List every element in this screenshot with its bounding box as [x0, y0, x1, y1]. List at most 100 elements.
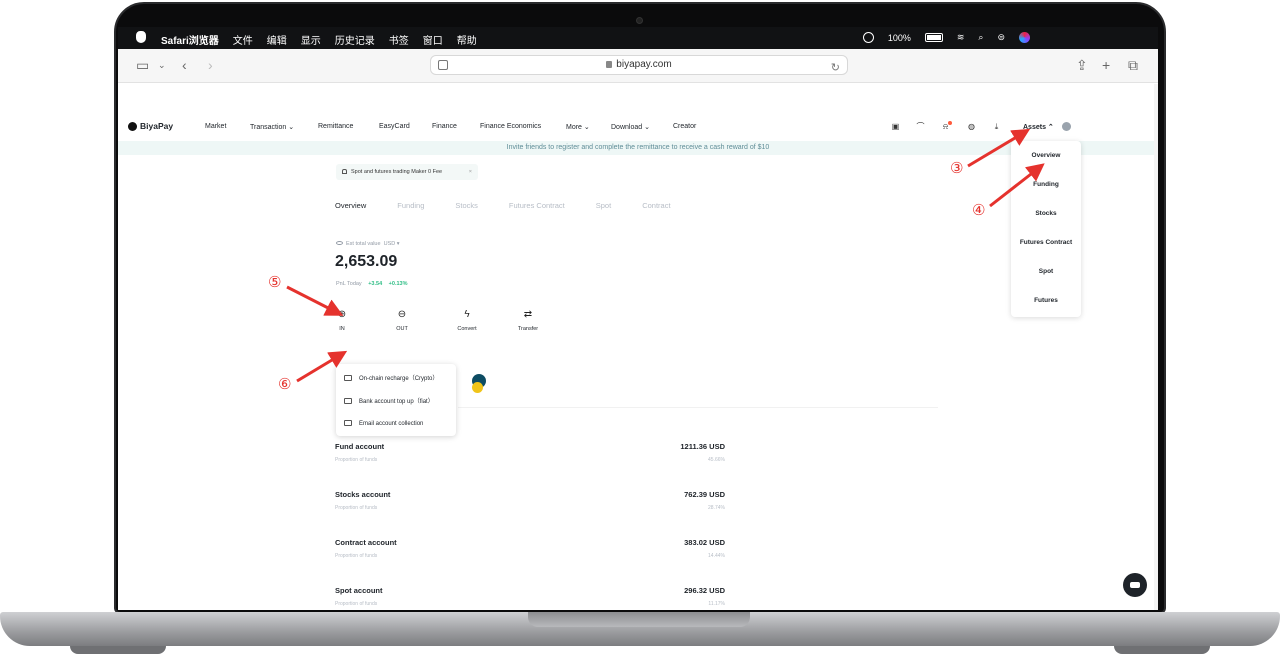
menu-help[interactable]: 帮助 [457, 32, 477, 47]
nav-assets[interactable]: Assets ⌃ [1023, 123, 1054, 131]
pnl-today: PnL Today +3.54 +0.13% [336, 281, 407, 287]
menu-edit[interactable]: 编辑 [267, 32, 287, 47]
menu-item-email-collection[interactable]: Email account collection [344, 420, 423, 427]
nav-finance[interactable]: Finance [432, 123, 457, 130]
forward-icon[interactable]: › [208, 57, 213, 73]
laptop-notch [528, 612, 750, 627]
promo-notice[interactable]: Spot and futures trading Maker 0 Fee × [336, 164, 478, 180]
safari-toolbar: ▭ ⌄ ‹ › biyapay.com ↻ ⇪ + ⧉ [118, 49, 1158, 83]
user-icon[interactable] [862, 32, 874, 43]
account-sub: Proportion of funds [335, 505, 378, 511]
assets-menu-overview[interactable]: Overview [1011, 152, 1081, 159]
tab-funding[interactable]: Funding [397, 201, 424, 210]
account-name[interactable]: Contract account [335, 538, 397, 547]
total-value: 2,653.09 [335, 253, 398, 270]
menu-view[interactable]: 显示 [301, 32, 321, 47]
account-sub: Proportion of funds [335, 457, 378, 463]
notice-bell-icon [342, 169, 347, 174]
menu-bookmarks[interactable]: 书签 [389, 32, 409, 47]
assets-menu-spot[interactable]: Spot [1011, 268, 1081, 275]
account-name[interactable]: Spot account [335, 586, 383, 595]
headset-icon[interactable]: ⌒ [916, 122, 925, 131]
wallet-icon[interactable]: ▣ [891, 122, 900, 131]
assets-menu-funding[interactable]: Funding [1011, 181, 1081, 188]
tab-stocks[interactable]: Stocks [455, 201, 478, 210]
nav-more[interactable]: More ⌄ [566, 123, 590, 131]
sidebar-icon[interactable]: ▭ [136, 57, 149, 73]
currency-select[interactable]: USD [384, 241, 396, 247]
nav-market[interactable]: Market [205, 123, 226, 130]
back-icon[interactable]: ‹ [182, 57, 187, 73]
account-name[interactable]: Stocks account [335, 490, 390, 499]
pnl-abs: +3.54 [368, 281, 383, 287]
nav-finance-economics[interactable]: Finance Economics [480, 123, 541, 130]
battery-icon[interactable] [924, 33, 943, 42]
withdraw-icon: ⊖ [397, 309, 407, 320]
email-label: Email account collection [359, 421, 424, 427]
tab-futures-contract[interactable]: Futures Contract [509, 201, 565, 210]
laptop-foot-left [70, 646, 166, 654]
assets-menu-stocks[interactable]: Stocks [1011, 210, 1081, 217]
nav-easycard[interactable]: EasyCard [379, 123, 410, 130]
in-button[interactable]: ⊕ IN [322, 309, 362, 332]
scrollbar[interactable] [1154, 84, 1158, 610]
nav-download-label: Download [611, 124, 643, 131]
convert-button[interactable]: ϟ Convert [447, 309, 487, 332]
download-icon[interactable]: ⤓ [992, 122, 1001, 131]
support-chat-button[interactable] [1123, 573, 1147, 597]
menu-item-bank-top-up[interactable]: Bank account top up（fiat） [344, 396, 434, 405]
close-icon[interactable]: × [469, 164, 472, 180]
nav-download[interactable]: Download ⌄ [611, 123, 650, 131]
transfer-label: Transfer [517, 326, 539, 332]
tabs-overview-icon[interactable]: ⧉ [1128, 57, 1138, 73]
menu-item-onchain-recharge[interactable]: On-chain recharge（Crypto） [344, 373, 438, 382]
site-logo[interactable]: BiyaPay [128, 121, 173, 131]
lightning-icon: ϟ [464, 309, 470, 320]
account-name[interactable]: Fund account [335, 442, 384, 451]
new-tab-icon[interactable]: + [1102, 57, 1110, 73]
annotation-step-6: ⑥ [278, 375, 292, 393]
wifi-icon[interactable]: ≋ [957, 32, 965, 43]
share-icon[interactable]: ⇪ [1076, 57, 1088, 73]
card-icon [344, 398, 352, 404]
siri-icon[interactable] [1019, 32, 1030, 43]
apple-icon[interactable] [136, 31, 146, 43]
invite-banner[interactable]: Invite friends to register and complete … [118, 141, 1158, 155]
transfer-button[interactable]: ⇄ Transfer [508, 309, 548, 332]
search-icon[interactable]: ⌕ [978, 32, 983, 43]
laptop-scene: Safari浏览器 文件 编辑 显示 历史记录 书签 窗口 帮助 100% ≋ … [0, 0, 1280, 658]
menu-history[interactable]: 历史记录 [335, 32, 375, 47]
assets-menu-futures[interactable]: Futures [1011, 297, 1081, 304]
screen: Safari浏览器 文件 编辑 显示 历史记录 书签 窗口 帮助 100% ≋ … [118, 27, 1158, 610]
in-dropdown: On-chain recharge（Crypto） Bank account t… [336, 364, 456, 436]
menu-window[interactable]: 窗口 [423, 32, 443, 47]
avatar[interactable] [1062, 122, 1071, 131]
laptop-foot-right [1114, 646, 1210, 654]
menu-app-name[interactable]: Safari浏览器 [161, 32, 219, 47]
url-text: biyapay.com [616, 59, 672, 70]
nav-transaction[interactable]: Transaction ⌄ [250, 123, 294, 131]
eye-icon[interactable] [336, 241, 343, 245]
tab-contract[interactable]: Contract [642, 201, 670, 210]
control-center-icon[interactable]: ⊜ [997, 32, 1005, 43]
out-button[interactable]: ⊖ OUT [382, 309, 422, 332]
chevron-down-icon[interactable]: ⌄ [158, 57, 166, 73]
nav-creator[interactable]: Creator [673, 123, 696, 130]
tab-overview[interactable]: Overview [335, 201, 366, 210]
pnl-label: PnL Today [336, 281, 362, 287]
logo-text: BiyaPay [140, 121, 174, 131]
address-bar[interactable]: biyapay.com ↻ [430, 55, 848, 75]
divider [458, 407, 938, 408]
convert-label: Convert [457, 326, 477, 332]
nav-remittance[interactable]: Remittance [318, 123, 353, 130]
account-pct: 11.17% [708, 601, 725, 607]
scan-icon [344, 375, 352, 381]
globe-icon[interactable]: ◍ [967, 122, 976, 131]
tab-spot[interactable]: Spot [596, 201, 611, 210]
menu-file[interactable]: 文件 [233, 32, 253, 47]
reader-icon[interactable] [438, 60, 448, 70]
assets-menu-futures-contract[interactable]: Futures Contract [1011, 239, 1081, 246]
annotation-step-5: ⑤ [268, 273, 282, 291]
lock-icon [606, 61, 613, 68]
reload-icon[interactable]: ↻ [831, 59, 840, 77]
